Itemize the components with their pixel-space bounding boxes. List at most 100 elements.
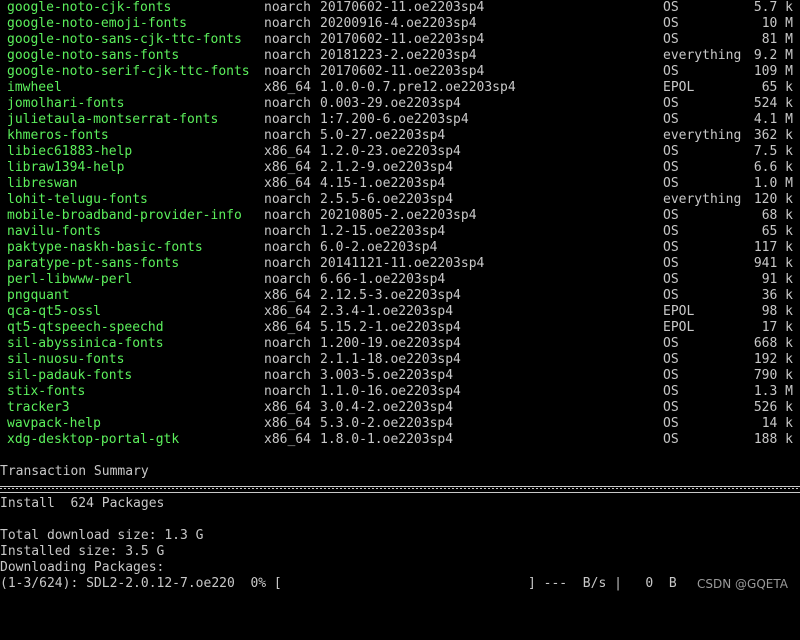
downloading-packages-label: Downloading Packages: [0,560,165,575]
package-arch: noarch [264,208,311,223]
package-size: 668 k [753,336,793,351]
package-name: khmeros-fonts [7,128,109,143]
package-repo: OS [663,400,679,415]
package-arch: x86_64 [264,176,311,191]
package-name: libiec61883-help [7,144,133,159]
package-version: 1.0.0-0.7.pre12.oe2203sp4 [320,80,516,95]
package-repo: OS [663,368,679,383]
install-count-line: Install 624 Packages [0,496,165,511]
package-arch: noarch [264,32,311,47]
package-name: google-noto-sans-fonts [7,48,180,63]
package-repo: OS [663,96,679,111]
package-arch: x86_64 [264,416,311,431]
package-version: 20181223-2.oe2203sp4 [320,48,477,63]
package-name: sil-nuosu-fonts [7,352,125,367]
package-size: 790 k [753,368,793,383]
package-name: sil-abyssinica-fonts [7,336,164,351]
package-size: 4.1 M [753,112,793,127]
package-arch: noarch [264,336,311,351]
package-arch: x86_64 [264,80,311,95]
package-repo: OS [663,336,679,351]
package-size: 68 k [761,208,793,223]
package-name: perl-libwww-perl [7,272,133,287]
package-repo: OS [663,224,679,239]
package-repo: OS [663,176,679,191]
package-size: 10 M [761,16,793,31]
package-name: julietaula-montserrat-fonts [7,112,219,127]
package-name: tracker3 [7,400,70,415]
package-arch: noarch [264,272,311,287]
package-name: qt5-qtspeech-speechd [7,320,164,335]
package-name: pngquant [7,288,70,303]
package-repo: EPOL [663,320,695,335]
package-name: xdg-desktop-portal-gtk [7,432,180,447]
package-version: 1.8.0-1.oe2203sp4 [320,432,454,447]
package-repo: OS [663,288,679,303]
package-name: paktype-naskh-basic-fonts [7,240,203,255]
package-version: 2.5.5-6.oe2203sp4 [320,192,454,207]
package-version: 3.0.4-2.oe2203sp4 [320,400,454,415]
package-name: google-noto-serif-cjk-ttc-fonts [7,64,250,79]
package-arch: noarch [264,0,311,15]
package-name: stix-fonts [7,384,86,399]
package-version: 6.0-2.oe2203sp4 [320,240,438,255]
package-arch: noarch [264,96,311,111]
package-name: jomolhari-fonts [7,96,125,111]
package-arch: x86_64 [264,400,311,415]
progress-right-text: ] --- B/s | 0 B [528,576,677,591]
package-size: 362 k [753,128,793,143]
package-version: 5.0-27.oe2203sp4 [320,128,446,143]
package-size: 526 k [753,400,793,415]
package-size: 5.7 k [753,0,793,15]
download-progress-line: (1-3/624): SDL2-2.0.12-7.oe220 0% [ ] --… [0,576,677,592]
package-size: 36 k [761,288,793,303]
package-repo: OS [663,272,679,287]
package-repo: OS [663,144,679,159]
package-version: 20210805-2.oe2203sp4 [320,208,477,223]
terminal-window: google-noto-cjk-fonts noarch 20170602-11.o… [0,0,800,600]
package-version: 5.3.0-2.oe2203sp4 [320,416,454,431]
package-repo: OS [663,16,679,31]
package-version: 4.15-1.oe2203sp4 [320,176,446,191]
package-repo: EPOL [663,304,695,319]
package-repo: everything [663,48,742,63]
package-arch: noarch [264,240,311,255]
package-name: libreswan [7,176,78,191]
package-arch: noarch [264,64,311,79]
package-arch: noarch [264,48,311,63]
package-version: 20141121-11.oe2203sp4 [320,256,485,271]
package-size: 1.0 M [753,176,793,191]
package-version: 20170602-11.oe2203sp4 [320,32,485,47]
package-version: 1:7.200-6.oe2203sp4 [320,112,469,127]
package-repo: OS [663,240,679,255]
package-size: 941 k [753,256,793,271]
package-size: 9.2 M [753,48,793,63]
package-size: 65 k [761,224,793,239]
package-name: navilu-fonts [7,224,101,239]
package-size: 17 k [761,320,793,335]
package-name: sil-padauk-fonts [7,368,133,383]
package-name: google-noto-cjk-fonts [7,0,172,15]
package-version: 1.200-19.oe2203sp4 [320,336,461,351]
package-version: 1.2-15.oe2203sp4 [320,224,446,239]
package-version: 20200916-4.oe2203sp4 [320,16,477,31]
package-repo: OS [663,160,679,175]
package-name: paratype-pt-sans-fonts [7,256,180,271]
package-size: 7.5 k [753,144,793,159]
package-repo: OS [663,112,679,127]
package-size: 81 M [761,32,793,47]
package-version: 20170602-11.oe2203sp4 [320,0,485,15]
package-version: 2.1.1-18.oe2203sp4 [320,352,461,367]
package-version: 1.2.0-23.oe2203sp4 [320,144,461,159]
package-arch: x86_64 [264,432,311,447]
package-repo: OS [663,208,679,223]
package-arch: noarch [264,16,311,31]
package-arch: x86_64 [264,320,311,335]
package-version: 0.003-29.oe2203sp4 [320,96,461,111]
package-size: 1.3 M [753,384,793,399]
package-size: 6.6 k [753,160,793,175]
package-repo: OS [663,384,679,399]
package-arch: noarch [264,384,311,399]
package-arch: noarch [264,112,311,127]
package-arch: x86_64 [264,288,311,303]
